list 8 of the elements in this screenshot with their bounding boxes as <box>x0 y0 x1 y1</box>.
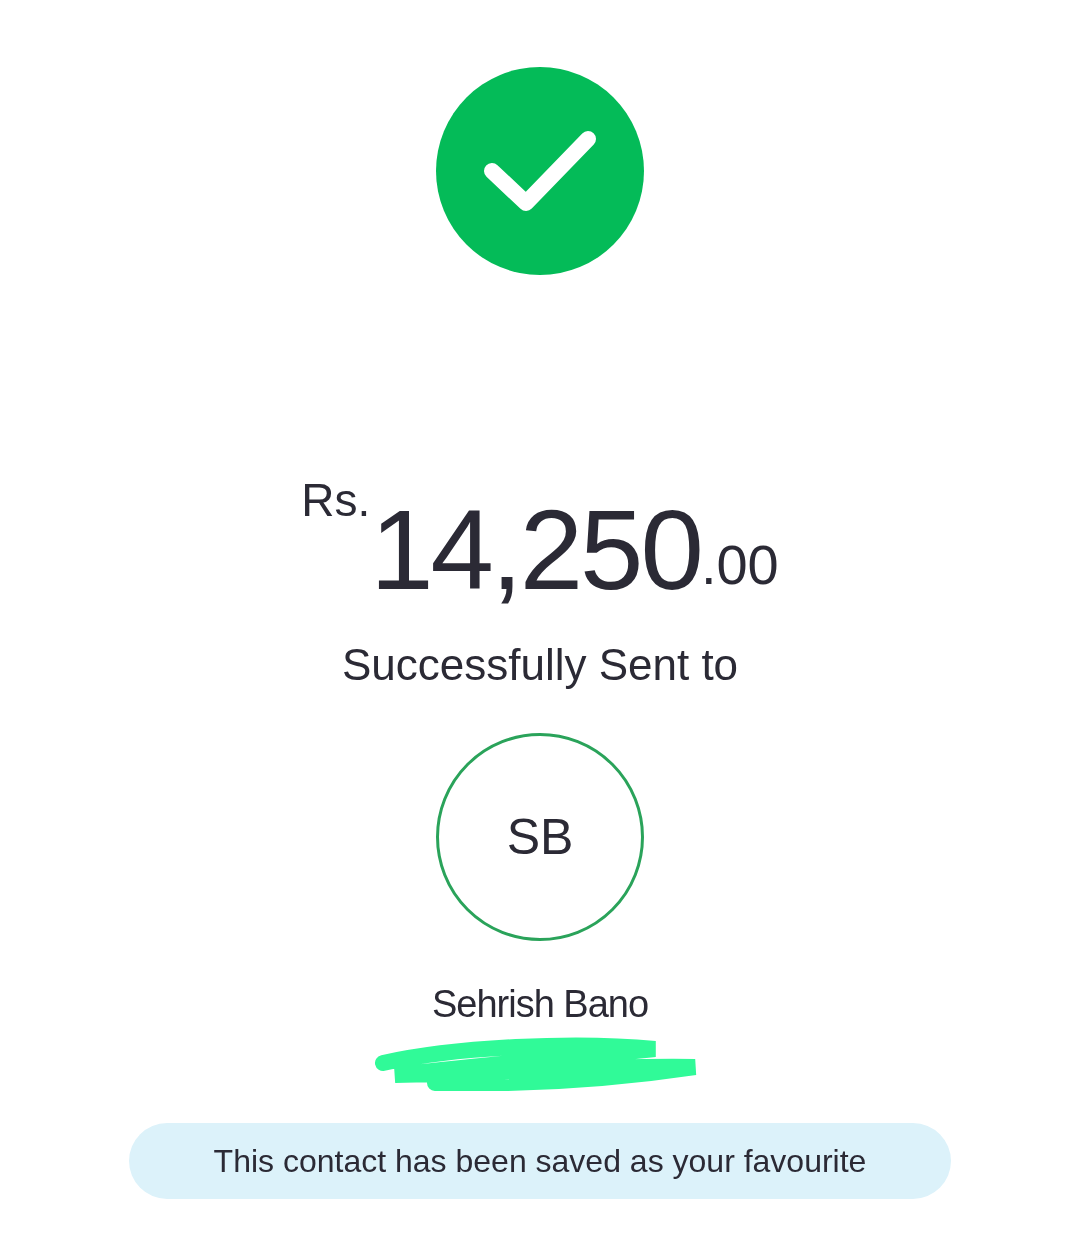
success-check-icon <box>436 67 644 275</box>
contact-avatar: SB <box>436 733 644 941</box>
contact-name: Sehrish Bano <box>431 985 649 1023</box>
currency-label: Rs. <box>301 477 371 523</box>
favourite-notice: This contact has been saved as your favourite <box>129 1123 951 1199</box>
amount-decimal: .00 <box>700 537 779 593</box>
amount-value: 14,250 <box>370 493 701 607</box>
status-text: Successfully Sent to <box>341 643 739 687</box>
